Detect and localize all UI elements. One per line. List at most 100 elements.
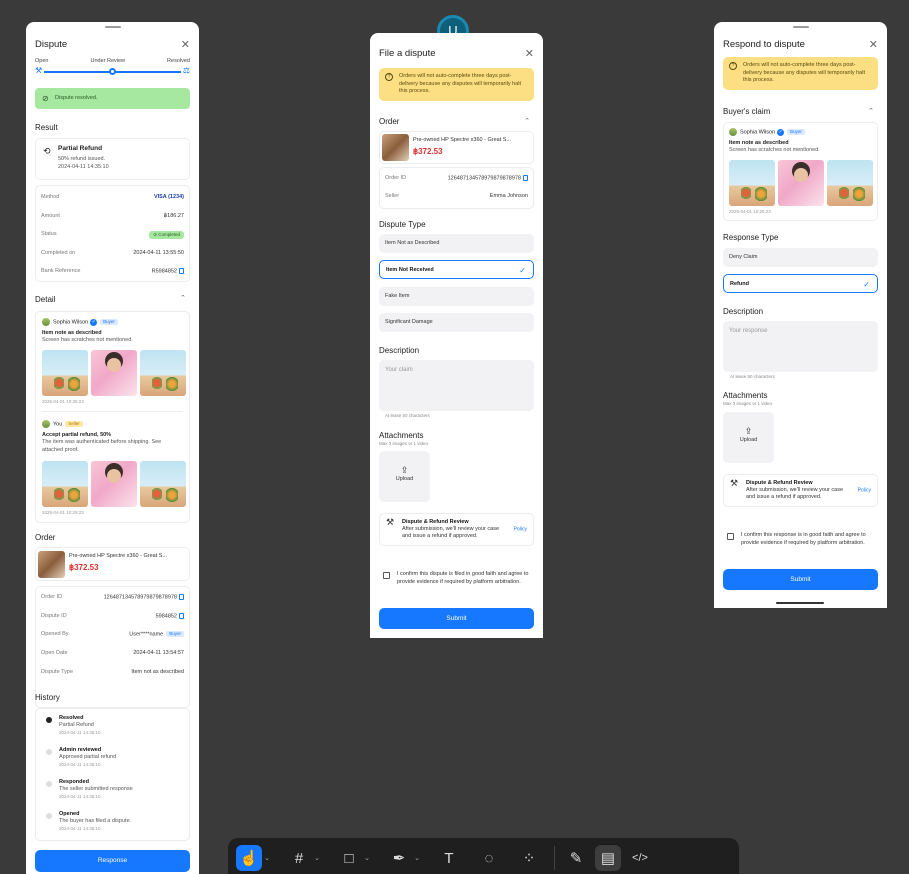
policy-title: Dispute & Refund Review [402,519,469,525]
resolved-banner: ⊘ Dispute resolved. [35,88,190,109]
panel-header: File a dispute ✕ [379,47,534,60]
chevron-down-icon[interactable]: ⌄ [312,854,322,862]
copy-icon[interactable] [179,594,184,600]
payment-value: R5984852 [152,268,184,274]
drag-handle[interactable] [104,26,121,28]
buyer-badge: Buyer [787,129,805,135]
description-input[interactable]: Your claim [379,360,534,411]
policy-title: Dispute & Refund Review [746,480,813,486]
payment-value: VISA (1234) [153,194,184,200]
option-not-described[interactable]: Item Not as Described [379,234,534,253]
frame-tool-icon[interactable]: # [286,845,312,871]
upload-button[interactable]: ⇪ Upload [723,412,774,463]
warning-banner: ? Orders will not auto-complete three day… [723,57,878,90]
text-tool-icon[interactable]: T [436,845,462,871]
order-info-card: Order ID 126487134578979879878978 Dispute… [35,586,190,708]
chevron-down-icon[interactable]: ⌄ [362,854,372,862]
close-icon[interactable]: ✕ [869,38,878,51]
chevron-down-icon[interactable]: ⌄ [412,854,422,862]
option-label: Item Not Received [386,267,434,273]
comment-tool-icon[interactable]: ◌ [476,845,502,871]
copy-icon[interactable] [179,613,184,619]
policy-link[interactable]: Policy [858,487,871,494]
components-tool-icon[interactable]: ⁘ [516,845,542,871]
response-button[interactable]: Response [35,850,190,872]
copy-icon[interactable] [523,175,528,181]
product-card[interactable]: Pre-owned HP Spectre x360 - Great S... ฿… [379,131,534,164]
confirm-checkbox[interactable] [383,572,390,579]
detail-card: Sophia Wilson ✓ Buyer Item note as describ… [35,311,190,523]
warning-icon: ? [385,73,393,81]
policy-link[interactable]: Policy [514,526,527,533]
hand-tool-icon[interactable]: ☝ [236,845,262,871]
confirm-row[interactable]: I confirm this response is in good faith… [727,532,878,547]
seller-badge: Seller [65,421,83,427]
copy-icon[interactable] [179,268,184,274]
chevron-down-icon[interactable]: ⌄ [262,854,272,862]
confirm-row[interactable]: I confirm this dispute is filed in good … [383,571,534,586]
buyer-badge: Buyer [166,631,184,637]
buyer-claim-heading: Buyer's claim [723,107,771,116]
history-heading: History [35,693,60,702]
result-time: 2024-04-11 14:35:10 [58,164,109,170]
avatar [42,420,50,428]
evidence-image[interactable] [140,350,186,396]
evidence-image[interactable] [729,160,775,206]
chevron-up-icon[interactable]: ⌃ [524,117,530,125]
confirm-checkbox[interactable] [727,533,734,540]
payment-key: Completed on [41,250,76,256]
chevron-up-icon[interactable]: ⌃ [868,107,874,115]
chevron-up-icon[interactable]: ⌃ [180,294,186,302]
order-id: 126487134578979879878978 [447,175,521,182]
check-circle-icon: ⊘ [42,94,49,103]
option-refund[interactable]: Refund ✓ [723,274,878,293]
pen-tool-icon[interactable]: ✒ [386,845,412,871]
evidence-image[interactable] [778,160,824,206]
code-mode-icon[interactable]: </> [627,845,653,871]
product-card[interactable]: Pre-owned HP Spectre x360 - Great S... ฿… [35,547,190,581]
option-deny-claim[interactable]: Deny Claim [723,248,878,267]
description-heading: Description [723,307,764,316]
timeline-desc: The seller submitted response [59,786,133,792]
payment-row: Completed on 2024-04-11 13:55:50 [41,250,184,256]
submit-button[interactable]: Submit [723,569,878,590]
upload-button[interactable]: ⇪ Upload [379,451,430,502]
drag-handle[interactable] [792,26,809,28]
order-row: Dispute ID 5984852 [41,613,184,619]
check-icon: ✓ [863,280,870,289]
resolved-text: Dispute resolved. [55,95,98,101]
description-input[interactable]: Your response [723,321,878,372]
dispute-id: 5984852 [155,613,177,620]
option-not-received[interactable]: Item Not Received ✓ [379,260,534,279]
draw-mode-icon[interactable]: ✎ [563,845,589,871]
evidence-image[interactable] [42,350,88,396]
payment-row: Bank Reference R5984852 [41,268,184,274]
panel-header: Respond to dispute ✕ [723,38,878,51]
home-indicator [776,602,824,604]
evidence-image[interactable] [827,160,873,206]
dispute-type-heading: Dispute Type [379,220,426,229]
option-fake-item[interactable]: Fake Item [379,287,534,306]
evidence-image[interactable] [91,350,137,396]
order-row: Order ID 126487134578979879878978 [41,594,184,600]
design-mode-icon[interactable]: ▤ [595,845,621,871]
payment-row: Status ⊘ Completed [41,231,184,239]
close-icon[interactable]: ✕ [525,47,534,60]
submit-button[interactable]: Submit [379,608,534,629]
claim-card: Sophia Wilson ✓ Buyer Item note as describ… [723,122,878,221]
evidence-image[interactable] [140,461,186,507]
product-price: ฿372.53 [413,147,443,156]
payment-value: ฿186.27 [163,213,184,219]
panel-title: Dispute [35,39,68,50]
gavel-icon: ⚒ [35,66,43,75]
product-image [38,551,65,578]
buyer-header: Sophia Wilson ✓ Buyer [729,128,805,136]
order-row: Order ID 126487134578979879878978 [385,175,528,181]
evidence-image[interactable] [91,461,137,507]
rectangle-tool-icon[interactable]: □ [336,845,362,871]
result-title: Partial Refund [58,145,103,152]
policy-card: ⚒ Dispute & Refund Review After submission… [723,474,878,507]
close-icon[interactable]: ✕ [181,38,190,51]
evidence-image[interactable] [42,461,88,507]
option-significant-damage[interactable]: Significant Damage [379,313,534,332]
